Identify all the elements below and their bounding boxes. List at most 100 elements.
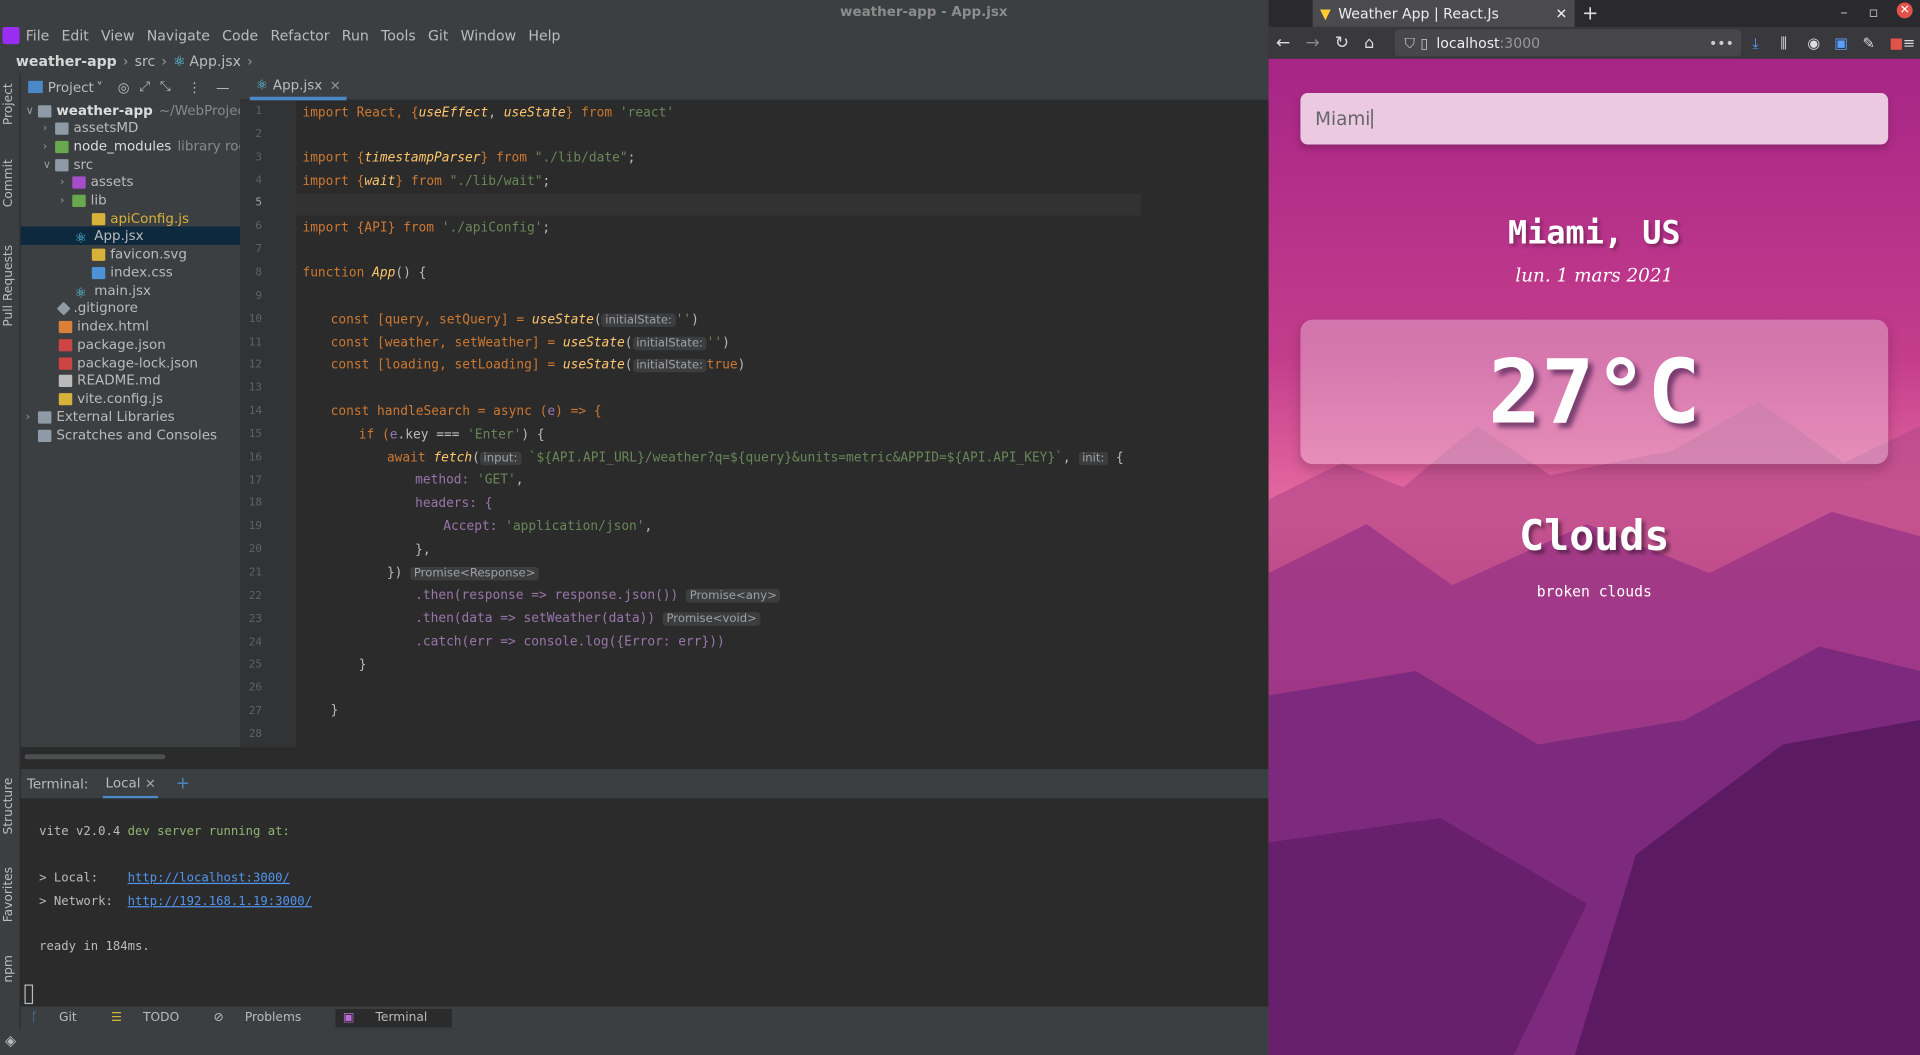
- side-tab-structure[interactable]: Structure: [2, 778, 15, 835]
- horizontal-scrollbar[interactable]: [20, 746, 1269, 769]
- menu-code[interactable]: Code: [220, 27, 261, 44]
- menu-run[interactable]: Run: [339, 27, 371, 44]
- tab-app-jsx[interactable]: ⚛ App.jsx ×: [249, 73, 348, 101]
- minimize-icon[interactable]: –: [1840, 4, 1847, 21]
- breadcrumb-file[interactable]: App.jsx: [189, 53, 241, 70]
- account-icon[interactable]: ◉: [1807, 34, 1820, 51]
- tree-item-src[interactable]: ∨ src: [43, 156, 93, 174]
- screenshot-icon[interactable]: ▣: [1834, 34, 1848, 51]
- status-bar: ◈: [0, 1028, 1269, 1055]
- collapse-icon[interactable]: ⤡: [160, 78, 171, 95]
- tree-item-gitignore[interactable]: .gitignore: [56, 299, 138, 317]
- local-url-link[interactable]: http://localhost:3000/: [128, 872, 290, 885]
- line-number: 15: [248, 428, 263, 441]
- line-number: 27: [248, 705, 263, 718]
- page-actions-icon[interactable]: •••: [1709, 34, 1734, 51]
- tool-window-strip: Project Commit Pull Requests Structure F…: [0, 73, 21, 1055]
- line-number: 4: [255, 174, 263, 187]
- browser-tab[interactable]: ▼ Weather App | React.Js ✕: [1312, 0, 1575, 27]
- tree-item-lib[interactable]: › lib: [60, 191, 107, 209]
- close-tab-icon[interactable]: ✕: [1556, 5, 1568, 22]
- menu-view[interactable]: View: [99, 27, 137, 44]
- network-url-link[interactable]: http://192.168.1.19:3000/: [128, 895, 312, 908]
- project-view-dropdown[interactable]: Project: [48, 79, 94, 95]
- tree-item-weather-app[interactable]: ∨ weather-app ~/WebProjects: [26, 102, 257, 120]
- tree-item-scratches[interactable]: Scratches and Consoles: [37, 426, 217, 444]
- menu-icon[interactable]: ≡: [1903, 34, 1915, 51]
- side-tab-npm[interactable]: npm: [2, 955, 15, 982]
- tree-item-external-libraries[interactable]: › External Libraries: [26, 408, 175, 426]
- app-logo-icon: [2, 26, 20, 45]
- back-icon[interactable]: ←: [1276, 33, 1290, 53]
- tree-item-readme[interactable]: README.md: [58, 371, 161, 389]
- side-tab-commit[interactable]: Commit: [2, 159, 15, 207]
- js-file-icon: [58, 392, 73, 405]
- tree-item-index-css[interactable]: index.css: [91, 263, 173, 281]
- more-options-icon[interactable]: ⋮: [188, 79, 201, 95]
- tree-item-vite-config[interactable]: vite.config.js: [58, 389, 163, 407]
- reload-icon[interactable]: ↻: [1335, 33, 1349, 53]
- menu-git[interactable]: Git: [426, 27, 451, 44]
- layers-icon[interactable]: ◈: [5, 1032, 16, 1049]
- menu-navigate[interactable]: Navigate: [144, 27, 212, 44]
- add-terminal-icon[interactable]: +: [176, 774, 190, 794]
- tree-item-package-lock[interactable]: package-lock.json: [58, 354, 198, 372]
- code-editor[interactable]: import React, {useEffect, useState} from…: [296, 100, 1269, 747]
- line-number: 3: [255, 151, 263, 164]
- tree-item-package-json[interactable]: package.json: [58, 336, 166, 354]
- terminal-tab[interactable]: ▣ Terminal: [335, 1008, 452, 1027]
- vite-icon: ▼: [1320, 4, 1331, 23]
- search-input[interactable]: Miami: [1300, 93, 1889, 145]
- expand-icon[interactable]: ⤢: [139, 78, 150, 95]
- line-number: 24: [248, 636, 263, 649]
- maximize-icon[interactable]: ▫: [1869, 4, 1879, 21]
- library-icon[interactable]: ⫼: [1780, 34, 1787, 52]
- tree-item-apiconfig[interactable]: apiConfig.js: [91, 209, 189, 227]
- code-line-25: }: [358, 657, 367, 673]
- todo-tab[interactable]: ☰ TODO: [111, 1011, 196, 1024]
- menu-window[interactable]: Window: [458, 27, 518, 44]
- hide-icon[interactable]: —: [216, 79, 229, 95]
- tree-item-node-modules[interactable]: › node_modules library root: [43, 137, 252, 155]
- menu-help[interactable]: Help: [526, 27, 563, 44]
- side-tab-pull-requests[interactable]: Pull Requests: [2, 245, 15, 327]
- side-tab-project[interactable]: Project: [2, 83, 15, 125]
- lock-icon: [58, 356, 73, 370]
- home-icon[interactable]: ⌂: [1364, 34, 1374, 52]
- tree-item-app-jsx[interactable]: ⚛ App.jsx: [20, 226, 241, 246]
- eyedropper-icon[interactable]: ✎: [1862, 34, 1874, 51]
- browser-window: ▼ Weather App | React.Js ✕ + – ▫ ✕ ← → ↻…: [1268, 0, 1920, 1055]
- extension-icon[interactable]: ■: [1889, 34, 1903, 51]
- line-number: 14: [248, 405, 263, 418]
- menu-file[interactable]: File: [23, 27, 51, 44]
- menu-edit[interactable]: Edit: [59, 27, 91, 44]
- download-icon[interactable]: ⤓: [1752, 34, 1759, 52]
- line-number: 21: [248, 566, 263, 580]
- terminal-tab-local[interactable]: Local ×: [103, 770, 159, 798]
- side-tab-favorites[interactable]: Favorites: [2, 867, 15, 922]
- forward-icon[interactable]: →: [1305, 33, 1319, 53]
- new-tab-icon[interactable]: +: [1582, 1, 1598, 24]
- url-field[interactable]: ⛉ ▯ localhost:3000 •••: [1394, 29, 1742, 57]
- menu-tools[interactable]: Tools: [379, 27, 419, 44]
- problems-tab[interactable]: ⊘ Problems: [214, 1011, 319, 1024]
- tree-item-favicon[interactable]: favicon.svg: [91, 245, 187, 263]
- close-icon[interactable]: ×: [330, 77, 341, 93]
- breadcrumb-folder[interactable]: src: [135, 53, 156, 70]
- tree-item-main-jsx[interactable]: ⚛ main.jsx: [75, 282, 151, 301]
- terminal-output[interactable]: vite v2.0.4 dev server running at: > Loc…: [20, 798, 1269, 1007]
- line-number: 13: [248, 382, 263, 395]
- weather-description: broken clouds: [1536, 582, 1652, 601]
- tree-item-assetsmd[interactable]: › assetsMD: [43, 119, 138, 137]
- tree-item-index-html[interactable]: index.html: [58, 317, 149, 335]
- target-icon[interactable]: ◎: [118, 79, 130, 95]
- folder-icon: [72, 194, 86, 207]
- breadcrumb-project[interactable]: weather-app: [16, 53, 117, 70]
- git-tab[interactable]: ᚴ Git: [31, 1011, 94, 1024]
- code-line-3: import {timestampParser} from "./lib/dat…: [302, 150, 636, 166]
- line-number: 17: [248, 474, 263, 487]
- line-number: 5: [255, 197, 263, 210]
- menu-refactor[interactable]: Refactor: [268, 27, 332, 44]
- close-window-icon[interactable]: ✕: [1896, 2, 1913, 19]
- tree-item-assets[interactable]: › assets: [60, 173, 133, 191]
